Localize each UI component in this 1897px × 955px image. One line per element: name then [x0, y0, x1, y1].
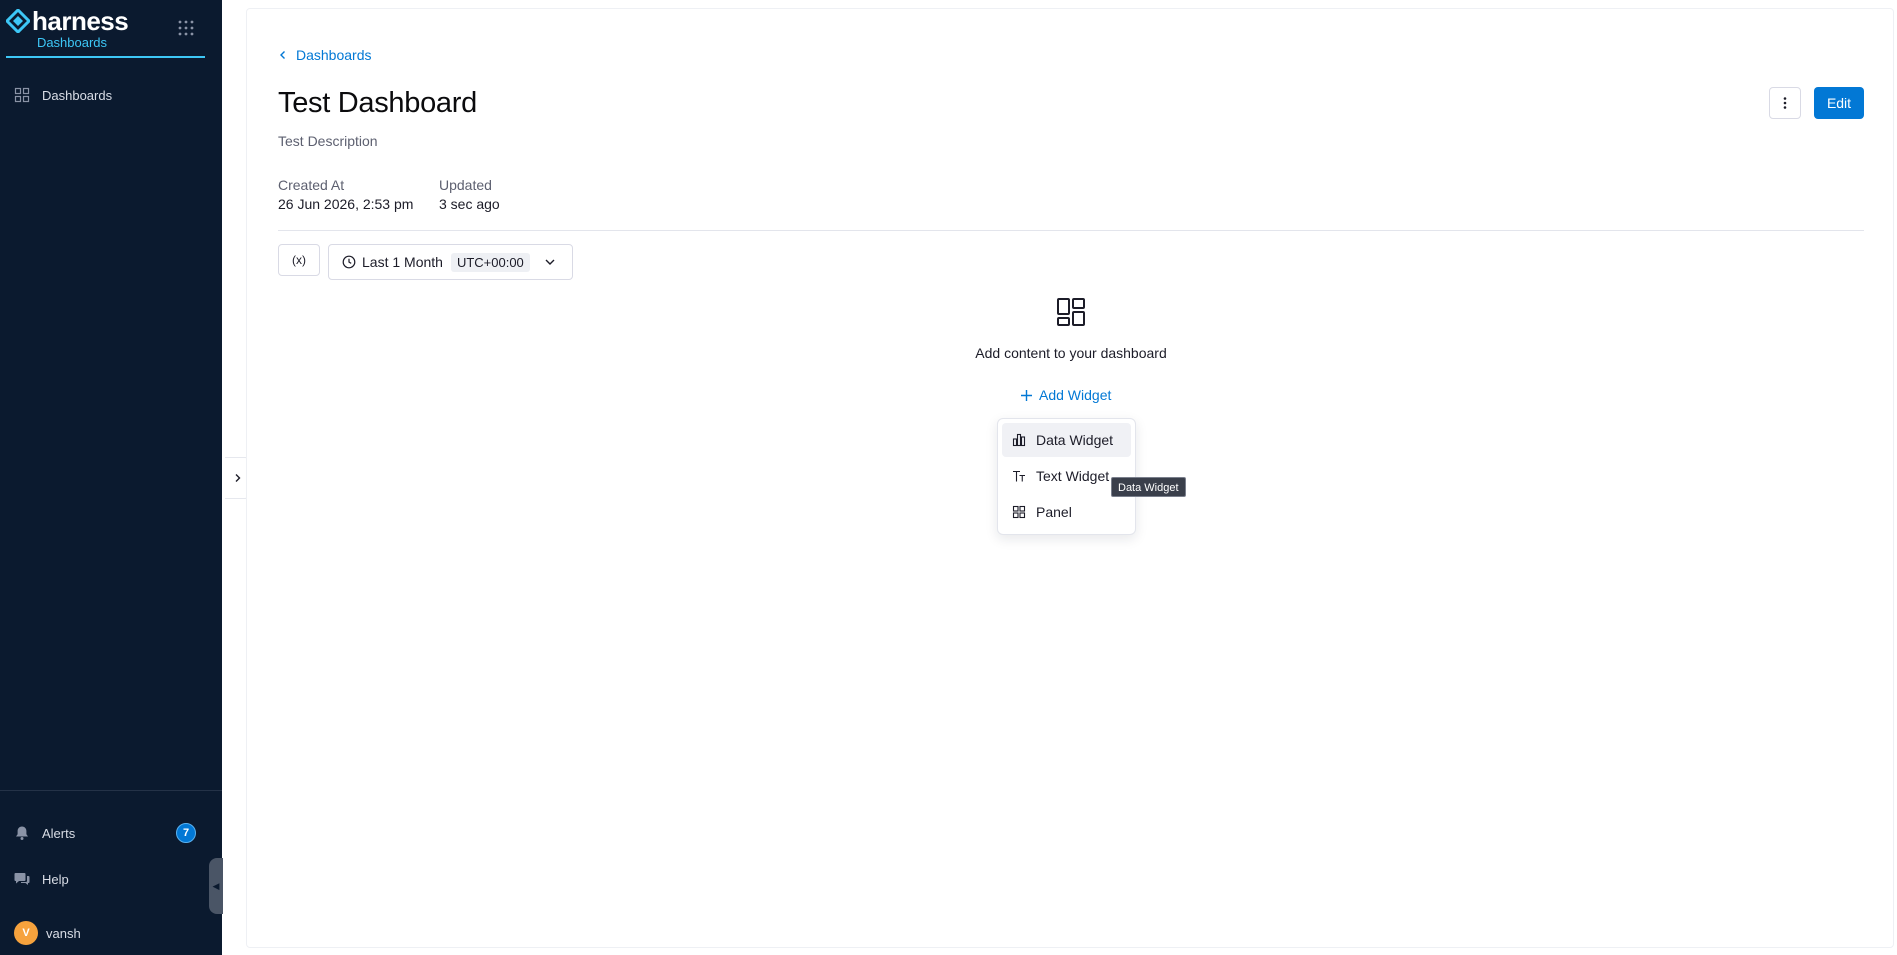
- created-at-label: Created At: [278, 177, 345, 193]
- app-root: harness Dashboards Dashboards Alerts 7 H…: [0, 0, 1897, 955]
- more-options-button[interactable]: [1769, 87, 1801, 119]
- menu-item-label: Text Widget: [1036, 468, 1110, 484]
- edit-button[interactable]: Edit: [1814, 87, 1864, 119]
- user-name: vansh: [46, 925, 81, 941]
- help-label: Help: [42, 871, 69, 887]
- harness-logo-icon: [6, 9, 30, 33]
- tooltip: Data Widget: [1111, 477, 1186, 497]
- empty-state-message: Add content to your dashboard: [975, 345, 1167, 361]
- apps-grid-icon[interactable]: [178, 20, 194, 36]
- add-widget-label: Add Widget: [1039, 387, 1112, 403]
- main-content: Dashboards Test Dashboard Test Descripti…: [246, 8, 1894, 948]
- timezone-chip: UTC+00:00: [450, 252, 530, 272]
- page-title: Test Dashboard: [278, 87, 477, 119]
- breadcrumb-label: Dashboards: [296, 47, 372, 63]
- module-name: Dashboards: [36, 35, 108, 50]
- plus-icon: [1021, 389, 1032, 401]
- grid-icon: [14, 87, 30, 103]
- menu-item-label: Panel: [1036, 504, 1072, 520]
- time-range-filter[interactable]: Last 1 Month UTC+00:00: [328, 244, 573, 280]
- clock-icon: [342, 255, 356, 269]
- help-chat-icon: [14, 873, 30, 885]
- panel-grid-icon: [1012, 505, 1026, 519]
- alerts-count-badge: 7: [176, 823, 196, 843]
- brand[interactable]: harness Dashboards: [6, 6, 205, 58]
- page-description: Test Description: [278, 133, 378, 149]
- menu-item-label: Data Widget: [1036, 432, 1114, 448]
- caret-left-icon: ◀: [212, 880, 220, 891]
- avatar: V: [14, 921, 38, 945]
- kebab-menu-icon: [1783, 97, 1787, 109]
- user-profile[interactable]: V vansh: [14, 921, 81, 945]
- header-divider: [278, 230, 1864, 231]
- dashboard-grid-icon: [1057, 298, 1085, 326]
- bell-icon: [16, 826, 28, 840]
- chevron-right-icon: [235, 474, 240, 482]
- variables-button[interactable]: (x): [278, 244, 320, 276]
- bar-chart-icon: [1012, 433, 1026, 447]
- chevron-down-icon: [545, 259, 555, 265]
- brand-name: harness: [32, 6, 129, 36]
- text-icon: [1013, 470, 1025, 482]
- sidebar: harness Dashboards Dashboards Alerts 7 H…: [0, 0, 223, 955]
- menu-item-panel[interactable]: Panel: [1002, 495, 1131, 529]
- add-widget-button[interactable]: Add Widget: [1020, 387, 1111, 403]
- menu-item-data-widget[interactable]: Data Widget: [1002, 423, 1131, 457]
- chevron-left-icon: [280, 51, 285, 59]
- alerts-link[interactable]: Alerts: [14, 823, 75, 843]
- updated-label: Updated: [439, 177, 492, 193]
- time-range-label: Last 1 Month: [362, 254, 443, 270]
- breadcrumb[interactable]: Dashboards: [278, 47, 372, 63]
- help-link[interactable]: Help: [14, 869, 69, 889]
- created-at-value: 26 Jun 2026, 2:53 pm: [278, 196, 414, 212]
- updated-value: 3 sec ago: [439, 196, 500, 212]
- sidebar-item-label: Dashboards: [42, 87, 113, 103]
- sidebar-collapse-handle[interactable]: ◀: [209, 858, 223, 914]
- sidebar-item-dashboards[interactable]: Dashboards: [14, 85, 112, 105]
- alerts-label: Alerts: [42, 825, 76, 841]
- sidebar-divider: [0, 790, 222, 791]
